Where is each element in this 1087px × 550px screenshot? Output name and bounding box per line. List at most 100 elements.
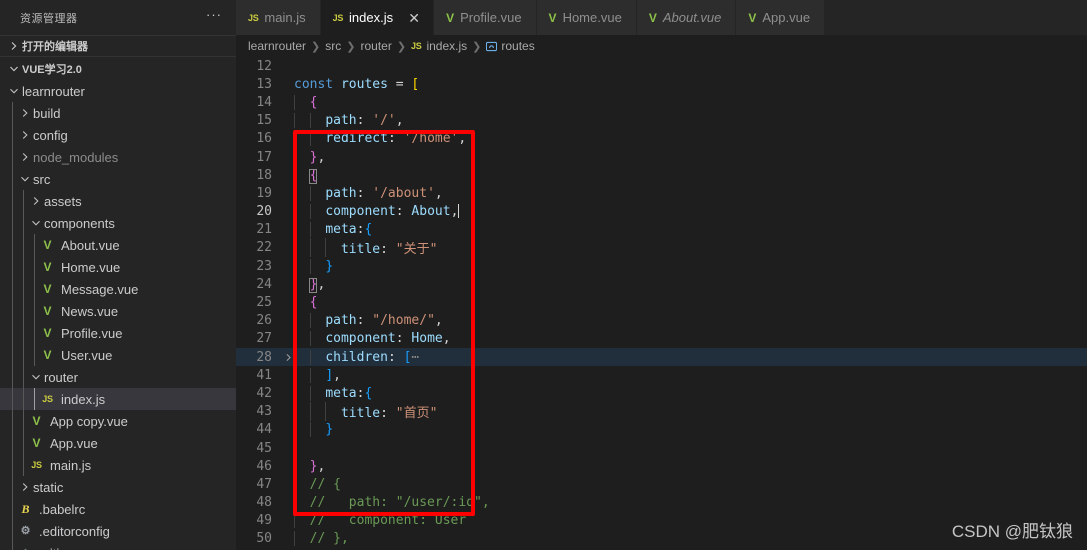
tree-item-profile-vue[interactable]: V Profile.vue — [0, 322, 236, 344]
breadcrumb-item-src[interactable]: src — [325, 39, 341, 53]
line-number: 24 — [256, 276, 272, 292]
breadcrumb-item-index-js[interactable]: JS index.js — [411, 39, 467, 53]
line-number: 27 — [256, 331, 272, 347]
tree-item-content: V About.vue — [0, 238, 119, 253]
chevron-down-icon — [6, 83, 22, 99]
more-actions-icon[interactable]: ··· — [206, 8, 222, 24]
tab-index-js[interactable]: JS index.js ✕ — [320, 0, 435, 35]
code-token: children — [325, 349, 388, 365]
code-token: '/about' — [372, 185, 435, 201]
vue-icon: V — [43, 282, 52, 296]
breadcrumb-item-learnrouter[interactable]: learnrouter — [248, 39, 306, 53]
line-number: 19 — [256, 185, 272, 201]
tab-label: Profile.vue — [460, 10, 522, 25]
code-line-44: 44 } — [236, 421, 1087, 439]
line-number: 49 — [256, 513, 272, 529]
tree-item-content: src — [0, 171, 50, 187]
breadcrumb-item-router[interactable]: router — [360, 39, 391, 53]
tree-item-node-modules[interactable]: node_modules — [0, 146, 236, 168]
tree-item-label: static — [33, 479, 64, 495]
code-token: redirect — [325, 131, 388, 147]
tree-item-content: JS main.js — [0, 458, 91, 473]
code-text: title: "关于" — [294, 238, 437, 258]
tree-item-content: V News.vue — [0, 304, 118, 319]
indent-guide — [309, 185, 311, 201]
tree-item-babelrc[interactable]: B .babelrc — [0, 498, 236, 520]
code-token: , — [333, 367, 341, 383]
tree-item-learnrouter[interactable]: learnrouter — [0, 80, 236, 102]
code-token: // { — [309, 476, 341, 492]
chevron-down-icon — [17, 171, 33, 187]
tree-item-config[interactable]: config — [0, 124, 236, 146]
tree-item-app-copy-vue[interactable]: V App copy.vue — [0, 410, 236, 432]
line-number: 50 — [256, 531, 272, 547]
tab-main-js[interactable]: JS main.js — [236, 0, 321, 35]
line-number: 46 — [256, 458, 272, 474]
chevron-down-icon — [28, 369, 44, 385]
breadcrumb-item-routes[interactable]: routes — [486, 39, 535, 53]
tab-about-vue[interactable]: V About.vue — [636, 0, 737, 35]
tree-item-editorconfig[interactable]: ⚙ .editorconfig — [0, 520, 236, 542]
project-root-section[interactable]: VUE学习2.0 — [0, 58, 236, 80]
tab-profile-vue[interactable]: V Profile.vue — [434, 0, 537, 35]
indent-guide — [294, 131, 295, 147]
tab-app-vue[interactable]: V App.vue — [736, 0, 826, 35]
tree-item-gitignore[interactable]: ◆.gitignore — [0, 542, 236, 550]
tree-item-message-vue[interactable]: V Message.vue — [0, 278, 236, 300]
tree-item-app-vue[interactable]: V App.vue — [0, 432, 236, 454]
indent-guide — [294, 367, 295, 383]
code-token: // path: "/user/:id", — [309, 495, 490, 511]
code-line-25: 25 { — [236, 293, 1087, 311]
code-line-26: 26 path: "/home/", — [236, 312, 1087, 330]
close-icon[interactable]: ✕ — [405, 9, 423, 27]
tree-item-components[interactable]: components — [0, 212, 236, 234]
tree-item-user-vue[interactable]: V User.vue — [0, 344, 236, 366]
code-line-17: 17 }, — [236, 148, 1087, 166]
code-line-16: 16 redirect: '/home', — [236, 130, 1087, 148]
tree-item-static[interactable]: static — [0, 476, 236, 498]
tree-item-assets[interactable]: assets — [0, 190, 236, 212]
tree-item-router[interactable]: router — [0, 366, 236, 388]
tab-home-vue[interactable]: V Home.vue — [536, 0, 637, 35]
code-token: // }, — [309, 531, 349, 547]
file-type-icon: V — [39, 283, 56, 295]
indent-guide — [294, 238, 295, 258]
indent-guide — [309, 222, 311, 238]
code-token: path — [325, 113, 357, 129]
code-token: , — [317, 149, 326, 165]
tree-item-src[interactable]: src — [0, 168, 236, 190]
tree-item-main-js[interactable]: JS main.js — [0, 454, 236, 476]
indent-guide — [294, 276, 295, 292]
line-number: 14 — [256, 94, 272, 110]
tree-item-build[interactable]: build — [0, 102, 236, 124]
code-line-48: 48 // path: "/user/:id", — [236, 494, 1087, 512]
code-token: path — [325, 313, 357, 329]
code-editor[interactable]: 12 13 const routes = [14 {15 path: '/', 16 … — [236, 57, 1087, 550]
vue-icon: V — [446, 10, 455, 25]
js-icon: JS — [31, 460, 42, 470]
open-editors-section[interactable]: 打开的编辑器 — [0, 35, 236, 57]
indent-guide — [309, 331, 311, 347]
vue-icon: V — [43, 260, 52, 274]
tree-item-content: components — [0, 215, 115, 231]
code-text: const routes = [ — [294, 77, 419, 92]
code-token: , — [450, 204, 459, 220]
code-text: // component: User — [294, 513, 466, 529]
fold-chevron-icon[interactable] — [282, 353, 294, 362]
line-number: 45 — [256, 440, 272, 456]
code-token: { — [309, 94, 318, 110]
editor-area: JS main.js JS index.js ✕ V Profile.vue V Home.vu… — [236, 0, 1087, 550]
code-token: } — [325, 258, 334, 274]
tree-item-about-vue[interactable]: V About.vue — [0, 234, 236, 256]
tree-item-home-vue[interactable]: V Home.vue — [0, 256, 236, 278]
indent-guide — [294, 402, 295, 422]
indent-guide — [294, 513, 295, 529]
indent-guide — [294, 331, 295, 347]
tree-item-index-js[interactable]: JS index.js — [0, 388, 236, 410]
code-text: // }, — [294, 531, 349, 547]
tree-item-content: V App.vue — [0, 436, 97, 451]
code-line-20: 20 component: About, — [236, 203, 1087, 221]
tree-item-news-vue[interactable]: V News.vue — [0, 300, 236, 322]
